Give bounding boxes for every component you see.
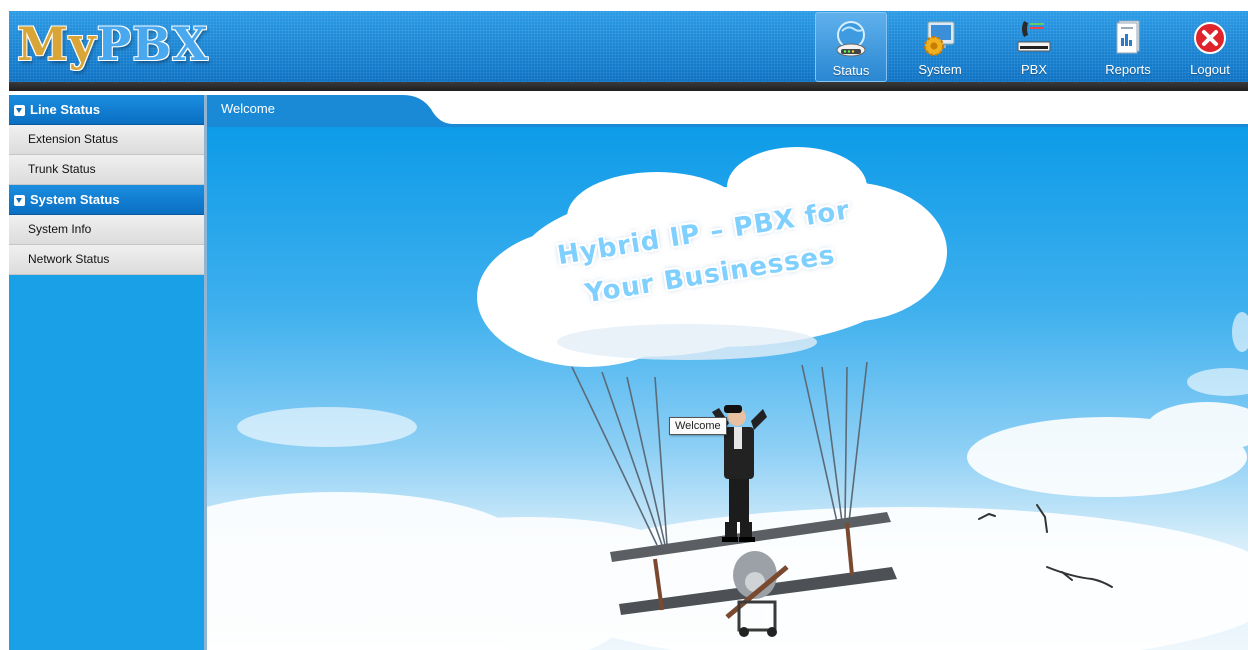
status-globe-icon <box>836 21 866 57</box>
tab-welcome[interactable]: Welcome <box>207 95 453 124</box>
sidebar-section-title: System Status <box>30 192 120 207</box>
nav-system-button[interactable]: System <box>905 12 975 80</box>
nav-system-label: System <box>918 62 962 77</box>
banner-illustration <box>207 147 1248 650</box>
sidebar-section-title: Line Status <box>30 102 101 117</box>
header-divider <box>9 82 1248 91</box>
nav-logout-button[interactable]: Logout <box>1175 12 1245 80</box>
nav-reports-button[interactable]: Reports <box>1093 12 1163 80</box>
logo-text-pbx: PBX <box>96 17 209 71</box>
welcome-banner: Hybrid IP – PBX for Your Businesses Welc… <box>207 127 1248 650</box>
tab-welcome-label: Welcome <box>221 101 275 116</box>
nav-reports-label: Reports <box>1105 62 1151 77</box>
sidebar: Line Status Extension Status Trunk Statu… <box>9 95 204 650</box>
pbx-phone-icon <box>1017 21 1051 52</box>
nav-status-button[interactable]: Status <box>815 12 887 82</box>
nav-pbx-label: PBX <box>1020 62 1047 77</box>
collapse-triangle-icon <box>14 195 25 206</box>
logout-x-icon <box>1194 22 1226 54</box>
nav-status-label: Status <box>832 63 870 78</box>
nav-pbx-button[interactable]: PBX <box>999 12 1069 80</box>
collapse-triangle-icon <box>14 105 25 116</box>
tab-bar: Welcome <box>207 95 1248 127</box>
system-gear-icon <box>924 21 955 56</box>
sidebar-item-trunk-status[interactable]: Trunk Status <box>9 155 204 185</box>
sidebar-item-network-status[interactable]: Network Status <box>9 245 204 275</box>
sidebar-item-system-info[interactable]: System Info <box>9 215 204 245</box>
sidebar-section-line-status[interactable]: Line Status <box>9 95 204 125</box>
logo-text-my: My <box>17 17 97 71</box>
top-header: MyPBX Status System PBX Reports Logout <box>9 11 1248 82</box>
sidebar-section-system-status[interactable]: System Status <box>9 185 204 215</box>
nav-logout-label: Logout <box>1190 62 1230 77</box>
welcome-tooltip: Welcome <box>669 417 727 435</box>
reports-chart-icon <box>1116 20 1140 54</box>
mypbx-logo[interactable]: MyPBX <box>17 17 209 71</box>
sidebar-item-extension-status[interactable]: Extension Status <box>9 125 204 155</box>
